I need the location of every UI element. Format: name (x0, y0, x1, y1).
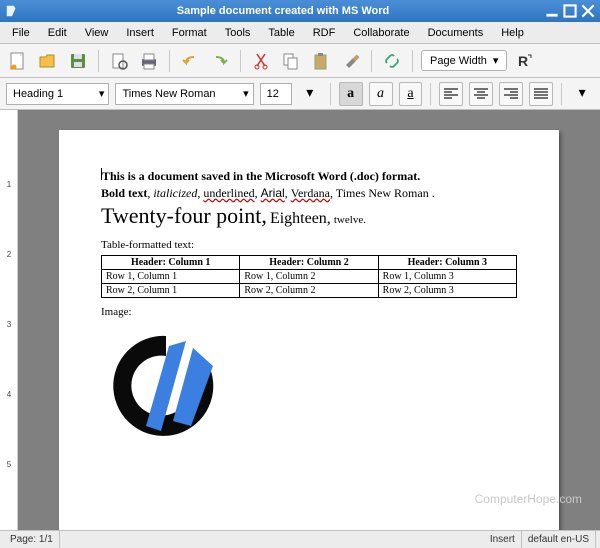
menu-help[interactable]: Help (493, 25, 532, 41)
formatting-toolbar: Heading 1 ▾ Times New Roman ▾ 12 ▾ a a a… (0, 78, 600, 110)
toolbar-separator (412, 50, 413, 72)
save-icon[interactable] (66, 49, 90, 73)
menu-format[interactable]: Format (164, 25, 215, 41)
toolbar-separator (98, 50, 99, 72)
watermark-text: ComputerHope.com (475, 492, 582, 506)
doc-size-line: Twenty-four point, Eighteen, twelve. (101, 203, 517, 229)
reload-icon[interactable]: R (513, 49, 537, 73)
image-label: Image: (101, 306, 517, 318)
status-bar: Page: 1/1 Insert default en-US (0, 530, 600, 548)
sample-table: Header: Column 1 Header: Column 2 Header… (101, 255, 517, 298)
svg-text:R: R (518, 53, 528, 69)
toolbar-separator (330, 83, 331, 105)
ruler-tick: 4 (2, 390, 16, 399)
table-cell: Row 2, Column 1 (102, 284, 240, 298)
copy-icon[interactable] (279, 49, 303, 73)
align-center-button[interactable] (469, 82, 493, 106)
menu-edit[interactable]: Edit (40, 25, 75, 41)
table-cell: Row 1, Column 2 (240, 270, 378, 284)
menu-insert[interactable]: Insert (118, 25, 162, 41)
style-value: Heading 1 (13, 88, 63, 100)
toolbar-separator (561, 83, 562, 105)
underline-button[interactable]: a (399, 82, 423, 106)
size-dropdown-icon[interactable]: ▾ (298, 82, 322, 106)
title-bar: Sample document created with MS Word (0, 0, 600, 22)
cut-icon[interactable] (249, 49, 273, 73)
link-icon[interactable] (380, 49, 404, 73)
embedded-logo-image (101, 326, 517, 449)
table-cell: Row 1, Column 1 (102, 270, 240, 284)
table-label: Table-formatted text: (101, 239, 517, 251)
doc-heading-line: This is a document saved in the Microsof… (101, 168, 517, 184)
toolbar-separator (240, 50, 241, 72)
print-icon[interactable] (137, 49, 161, 73)
align-left-button[interactable] (439, 82, 463, 106)
open-icon[interactable] (36, 49, 60, 73)
table-header-row: Header: Column 1 Header: Column 2 Header… (102, 256, 517, 270)
print-preview-icon[interactable] (107, 49, 131, 73)
align-right-button[interactable] (499, 82, 523, 106)
menu-documents[interactable]: Documents (420, 25, 492, 41)
ruler-tick: 3 (2, 320, 16, 329)
menu-bar: File Edit View Insert Format Tools Table… (0, 22, 600, 44)
close-button[interactable] (580, 3, 596, 19)
menu-file[interactable]: File (4, 25, 38, 41)
font-value: Times New Roman (122, 88, 215, 100)
menu-collaborate[interactable]: Collaborate (345, 25, 417, 41)
table-cell: Row 1, Column 3 (378, 270, 516, 284)
window-title: Sample document created with MS Word (24, 5, 542, 17)
table-row: Row 2, Column 1 Row 2, Column 2 Row 2, C… (102, 284, 517, 298)
standard-toolbar: Page Width ▾ R (0, 44, 600, 78)
new-doc-icon[interactable] (6, 49, 30, 73)
menu-view[interactable]: View (77, 25, 117, 41)
paste-icon[interactable] (309, 49, 333, 73)
doc-formatting-line: Bold text, italicized, underlined, Arial… (101, 186, 517, 201)
chevron-down-icon: ▾ (243, 87, 249, 100)
size-value: 12 (267, 88, 279, 100)
document-workspace: 1 2 3 4 5 This is a document saved in th… (0, 110, 600, 530)
menu-tools[interactable]: Tools (217, 25, 259, 41)
redo-icon[interactable] (208, 49, 232, 73)
status-insert-mode[interactable]: Insert (484, 531, 522, 548)
menu-table[interactable]: Table (260, 25, 302, 41)
zoom-combo[interactable]: Page Width ▾ (421, 50, 507, 71)
undo-icon[interactable] (178, 49, 202, 73)
table-header: Header: Column 3 (378, 256, 516, 270)
bold-button[interactable]: a (339, 82, 363, 106)
table-header: Header: Column 1 (102, 256, 240, 270)
ruler-tick: 2 (2, 250, 16, 259)
table-row: Row 1, Column 1 Row 1, Column 2 Row 1, C… (102, 270, 517, 284)
minimize-button[interactable] (544, 3, 560, 19)
table-cell: Row 2, Column 3 (378, 284, 516, 298)
toolbar-separator (430, 83, 431, 105)
font-name-combo[interactable]: Times New Roman ▾ (115, 83, 253, 105)
status-page: Page: 1/1 (4, 531, 60, 548)
paragraph-style-combo[interactable]: Heading 1 ▾ (6, 83, 109, 105)
menu-rdf[interactable]: RDF (305, 25, 344, 41)
app-icon (4, 3, 20, 19)
vertical-ruler: 1 2 3 4 5 (0, 110, 18, 530)
page-scroll-area[interactable]: This is a document saved in the Microsof… (18, 110, 600, 530)
chevron-down-icon: ▾ (493, 54, 499, 67)
document-page[interactable]: This is a document saved in the Microsof… (59, 130, 559, 530)
toolbar-separator (371, 50, 372, 72)
toolbar-separator (169, 50, 170, 72)
maximize-button[interactable] (562, 3, 578, 19)
status-language[interactable]: default en-US (522, 531, 596, 548)
align-justify-button[interactable] (529, 82, 553, 106)
ruler-tick: 5 (2, 460, 16, 469)
font-size-combo[interactable]: 12 (260, 83, 292, 105)
paint-format-icon[interactable] (339, 49, 363, 73)
ruler-tick: 1 (2, 180, 16, 189)
zoom-label: Page Width (430, 55, 487, 67)
table-cell: Row 2, Column 2 (240, 284, 378, 298)
chevron-down-icon: ▾ (99, 87, 105, 100)
italic-button[interactable]: a (369, 82, 393, 106)
table-header: Header: Column 2 (240, 256, 378, 270)
more-format-icon[interactable]: ▾ (570, 82, 594, 106)
